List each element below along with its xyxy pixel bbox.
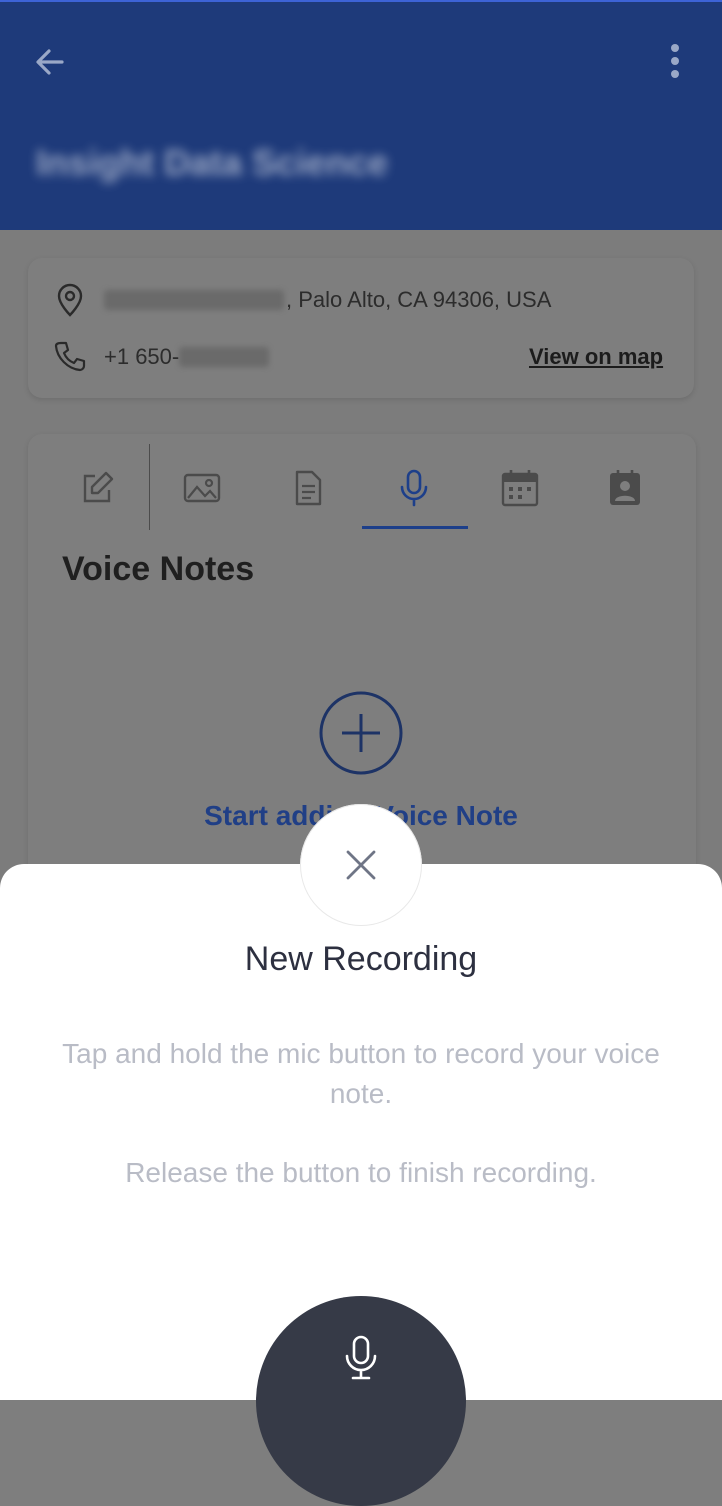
add-circle-icon[interactable] xyxy=(319,691,403,775)
edit-icon xyxy=(83,471,114,503)
contact-badge-icon xyxy=(610,470,640,505)
image-icon xyxy=(183,473,221,503)
active-tab-indicator xyxy=(362,526,468,529)
address: , Palo Alto, CA 94306, USA xyxy=(104,287,551,313)
record-mic-button[interactable] xyxy=(256,1296,466,1506)
address-text: , Palo Alto, CA 94306, USA xyxy=(286,287,552,312)
sheet-title: New Recording xyxy=(244,940,478,978)
tab-notes[interactable] xyxy=(71,462,123,514)
arrow-left-icon[interactable] xyxy=(30,42,70,82)
microphone-icon xyxy=(400,469,428,507)
tab-calendar[interactable] xyxy=(494,462,546,514)
close-icon xyxy=(346,850,376,880)
app-bar: Insight Data Science xyxy=(0,0,722,230)
phone-icon xyxy=(54,341,86,372)
tab-images[interactable] xyxy=(176,462,228,514)
location-pin-icon xyxy=(57,283,83,317)
calendar-icon xyxy=(501,470,539,507)
instruction-release: Release the button to finish recording. xyxy=(125,1157,597,1188)
close-button[interactable] xyxy=(300,804,422,926)
section-title: Voice Notes xyxy=(62,550,255,588)
tab-contacts[interactable] xyxy=(599,462,651,514)
more-vertical-icon[interactable] xyxy=(660,40,690,82)
address-redacted xyxy=(104,290,284,310)
tab-divider xyxy=(149,444,150,530)
document-icon xyxy=(295,470,322,506)
phone-redacted xyxy=(179,347,270,367)
contact-card xyxy=(28,258,694,398)
phone-prefix: +1 650- xyxy=(104,344,180,369)
microphone-icon xyxy=(345,1335,377,1380)
view-on-map-link[interactable]: View on map xyxy=(529,344,663,370)
phone-number[interactable]: +1 650- xyxy=(104,344,270,370)
instruction-hold: Tap and hold the mic button to record yo… xyxy=(62,1038,660,1109)
tab-voice-notes[interactable] xyxy=(388,462,440,514)
tab-documents[interactable] xyxy=(282,462,334,514)
page-title: Insight Data Science xyxy=(36,142,389,183)
